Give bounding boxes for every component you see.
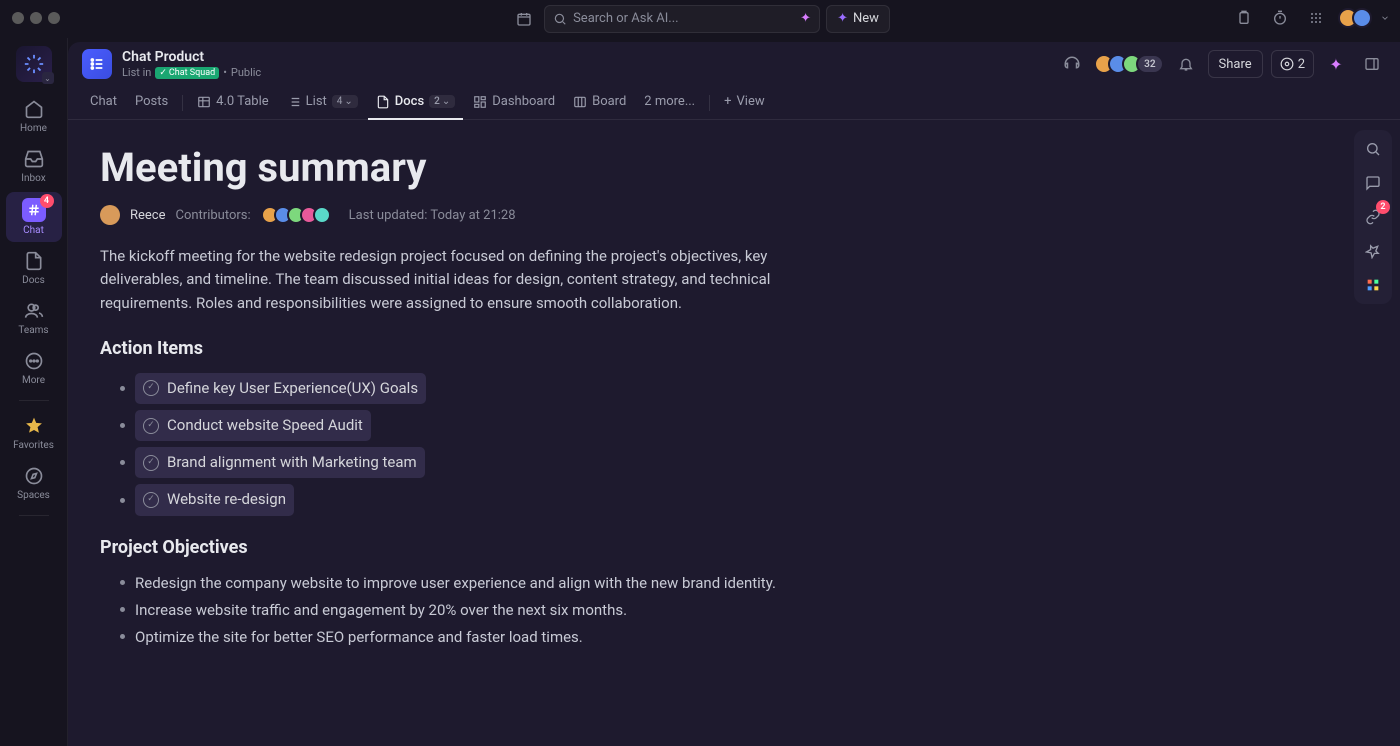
- calendar-icon[interactable]: [510, 5, 538, 33]
- timer-icon[interactable]: [1266, 4, 1294, 32]
- objective-item[interactable]: Optimize the site for better SEO perform…: [100, 626, 820, 649]
- sidebar-item-favorites[interactable]: Favorites: [6, 409, 62, 457]
- check-icon[interactable]: ✓: [143, 418, 159, 434]
- list-icon: [287, 95, 301, 109]
- list-icon[interactable]: [82, 49, 112, 79]
- users-icon: [23, 300, 45, 322]
- plus-icon: +: [724, 94, 731, 109]
- sidebar-item-docs[interactable]: Docs: [6, 244, 62, 292]
- author-avatar[interactable]: [100, 205, 120, 225]
- document-body: Meeting summary Reece Contributors: Last…: [68, 120, 1400, 746]
- action-item[interactable]: ✓Website re-design: [100, 484, 820, 515]
- check-icon[interactable]: ✓: [143, 380, 159, 396]
- inbox-icon: [23, 148, 45, 170]
- maximize-window-dot[interactable]: [48, 12, 60, 24]
- page-header: Chat Product List in ✓ Chat Squad • Publ…: [68, 42, 1400, 86]
- doc-meta: Reece Contributors: Last updated: Today …: [100, 205, 1368, 225]
- new-button[interactable]: ✦ New: [826, 5, 890, 33]
- share-button[interactable]: Share: [1208, 50, 1263, 78]
- topbar-user-avatars[interactable]: [1338, 8, 1372, 28]
- window-controls[interactable]: [12, 12, 60, 24]
- search-placeholder: Search or Ask AI...: [573, 11, 679, 26]
- star-icon: [23, 415, 45, 437]
- minimize-window-dot[interactable]: [30, 12, 42, 24]
- ai-sparkle-icon: ✦: [800, 11, 811, 26]
- sidebar-item-chat[interactable]: 4 Chat: [6, 192, 62, 242]
- workspace-logo[interactable]: ⌄: [16, 46, 52, 82]
- action-item[interactable]: ✓Conduct website Speed Audit: [100, 410, 820, 441]
- pin-icon[interactable]: [1358, 236, 1388, 266]
- apps-icon[interactable]: [1358, 270, 1388, 300]
- action-item[interactable]: ✓Define key User Experience(UX) Goals: [100, 373, 820, 404]
- main-content: Chat Product List in ✓ Chat Squad • Publ…: [68, 42, 1400, 746]
- compass-icon: [23, 465, 45, 487]
- check-icon[interactable]: ✓: [143, 455, 159, 471]
- tab-docs[interactable]: Docs 2 ⌄: [368, 86, 463, 120]
- action-item[interactable]: ✓Brand alignment with Marketing team: [100, 447, 820, 478]
- tab-table[interactable]: 4.0 Table: [189, 86, 276, 120]
- search-icon: [553, 12, 567, 26]
- tabs: Chat Posts 4.0 Table List 4 ⌄ Docs 2 ⌄ D…: [68, 86, 1400, 120]
- bell-icon[interactable]: [1172, 50, 1200, 78]
- more-icon: [23, 350, 45, 372]
- sidebar-item-spaces[interactable]: Spaces: [6, 459, 62, 507]
- action-items-heading[interactable]: Action Items: [100, 335, 820, 363]
- new-button-label: New: [853, 11, 879, 26]
- sidebar-item-inbox[interactable]: Inbox: [6, 142, 62, 190]
- objectives-heading[interactable]: Project Objectives: [100, 534, 820, 562]
- tab-chat[interactable]: Chat: [82, 86, 125, 120]
- sparkle-plus-icon: ✦: [837, 11, 848, 26]
- presence-count[interactable]: 2: [1271, 50, 1314, 78]
- page-title: Chat Product: [122, 49, 261, 65]
- doc-icon: [376, 95, 390, 109]
- topbar: Search or Ask AI... ✦ ✦ New: [0, 0, 1400, 38]
- tab-board[interactable]: Board: [565, 86, 634, 120]
- apps-grid-icon[interactable]: [1302, 4, 1330, 32]
- table-icon: [197, 95, 211, 109]
- sidebar-toggle-icon[interactable]: [1358, 50, 1386, 78]
- close-window-dot[interactable]: [12, 12, 24, 24]
- clipboard-icon[interactable]: [1230, 4, 1258, 32]
- link-icon[interactable]: 2: [1358, 202, 1388, 232]
- sidebar-item-teams[interactable]: Teams: [6, 294, 62, 342]
- sidebar: ⌄ Home Inbox 4 Chat Docs Teams More: [0, 38, 68, 746]
- comment-icon[interactable]: [1358, 168, 1388, 198]
- presence-avatars[interactable]: 32: [1094, 54, 1163, 74]
- add-view-button[interactable]: + View: [716, 86, 773, 120]
- search-icon[interactable]: [1358, 134, 1388, 164]
- tab-list[interactable]: List 4 ⌄: [279, 86, 366, 120]
- check-icon[interactable]: ✓: [143, 492, 159, 508]
- search-input[interactable]: Search or Ask AI... ✦: [544, 5, 820, 33]
- chevron-down-icon[interactable]: ⌄: [42, 72, 54, 84]
- sidebar-item-home[interactable]: Home: [6, 92, 62, 140]
- sidebar-item-more[interactable]: More: [6, 344, 62, 392]
- doc-title[interactable]: Meeting summary: [100, 144, 1368, 191]
- doc-intro[interactable]: The kickoff meeting for the website rede…: [100, 245, 820, 315]
- breadcrumb[interactable]: List in ✓ Chat Squad • Public: [122, 66, 261, 79]
- file-icon: [23, 250, 45, 272]
- tab-posts[interactable]: Posts: [127, 86, 176, 120]
- home-icon: [23, 98, 45, 120]
- chat-badge: 4: [40, 194, 54, 208]
- chevron-down-icon[interactable]: [1380, 13, 1390, 23]
- dashboard-icon: [473, 95, 487, 109]
- right-rail: 2: [1354, 130, 1392, 304]
- tab-more[interactable]: 2 more...: [636, 86, 703, 120]
- tab-dashboard[interactable]: Dashboard: [465, 86, 563, 120]
- squad-chip[interactable]: ✓ Chat Squad: [155, 67, 219, 79]
- contributors-label: Contributors:: [176, 208, 251, 223]
- headphones-icon[interactable]: [1058, 50, 1086, 78]
- board-icon: [573, 95, 587, 109]
- ai-sparkle-icon[interactable]: ✦: [1322, 50, 1350, 78]
- comments-badge: 2: [1376, 200, 1390, 214]
- author-name[interactable]: Reece: [130, 208, 166, 223]
- objective-item[interactable]: Increase website traffic and engagement …: [100, 599, 820, 622]
- objective-item[interactable]: Redesign the company website to improve …: [100, 572, 820, 595]
- contributor-avatars[interactable]: [261, 206, 331, 224]
- last-updated: Last updated: Today at 21:28: [349, 208, 516, 223]
